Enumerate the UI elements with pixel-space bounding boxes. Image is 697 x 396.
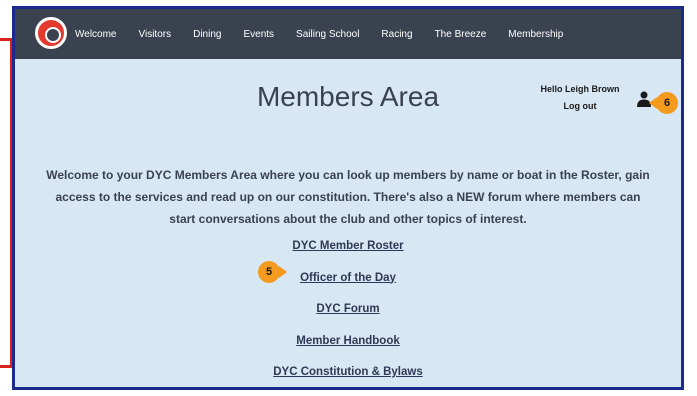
- nav-item-visitors[interactable]: Visitors: [139, 29, 172, 40]
- user-block: Hello Leigh Brown Log out: [525, 81, 635, 115]
- nav-item-sailing-school[interactable]: Sailing School: [296, 29, 359, 40]
- callout-badge-5: 5: [258, 261, 287, 283]
- top-navbar: Welcome Visitors Dining Events Sailing S…: [15, 9, 681, 59]
- welcome-text: Welcome to your DYC Members Area where y…: [46, 168, 650, 226]
- link-member-handbook[interactable]: Member Handbook: [15, 326, 681, 358]
- link-constitution-bylaws[interactable]: DYC Constitution & Bylaws: [15, 357, 681, 389]
- nav-item-the-breeze[interactable]: The Breeze: [435, 29, 487, 40]
- nav-item-events[interactable]: Events: [243, 29, 274, 40]
- callout-badge-6: 6: [649, 92, 678, 114]
- nav-menu: Welcome Visitors Dining Events Sailing S…: [75, 9, 585, 59]
- logout-link[interactable]: Log out: [525, 98, 635, 115]
- user-greeting: Hello Leigh Brown: [540, 84, 620, 94]
- members-area-content: Members Area Hello Leigh Brown Log out W…: [15, 59, 681, 387]
- link-member-roster[interactable]: DYC Member Roster: [15, 231, 681, 263]
- link-dyc-forum[interactable]: DYC Forum: [15, 294, 681, 326]
- link-officer-of-the-day[interactable]: Officer of the Day: [15, 263, 681, 295]
- members-links: DYC Member Roster Officer of the Day DYC…: [15, 231, 681, 389]
- nav-item-welcome[interactable]: Welcome: [75, 29, 117, 40]
- nav-item-membership[interactable]: Membership: [508, 29, 563, 40]
- nav-item-dining[interactable]: Dining: [193, 29, 221, 40]
- nav-item-racing[interactable]: Racing: [381, 29, 412, 40]
- club-logo-icon[interactable]: [35, 17, 67, 49]
